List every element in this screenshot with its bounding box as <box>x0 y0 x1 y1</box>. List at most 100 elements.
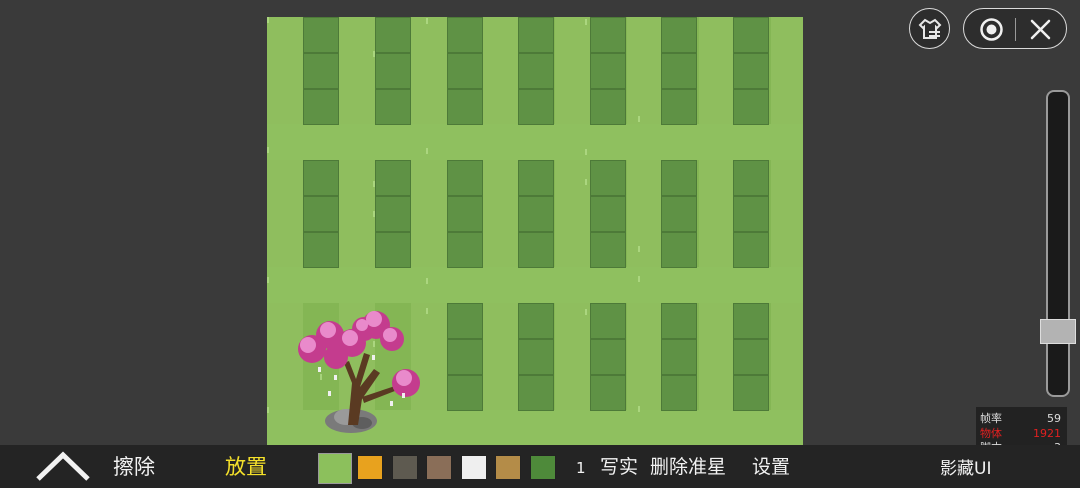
ground-tile[interactable] <box>375 53 411 89</box>
ground-tile[interactable] <box>733 196 769 232</box>
chevron-up-icon[interactable] <box>34 449 92 483</box>
ground-tile[interactable] <box>447 160 483 196</box>
ground-tile[interactable] <box>447 53 483 89</box>
stats-row: 帧率 59 <box>980 412 1061 425</box>
ground-tile[interactable] <box>303 53 339 89</box>
close-icon[interactable] <box>1028 17 1053 42</box>
ground-tile[interactable] <box>518 375 554 411</box>
ground-tile[interactable] <box>733 232 769 268</box>
ground-tile[interactable] <box>661 160 697 196</box>
ground-tile[interactable] <box>661 375 697 411</box>
ground-tile[interactable] <box>661 53 697 89</box>
ground-tile[interactable] <box>375 160 411 196</box>
mini-program-capsule <box>963 8 1067 49</box>
ground-tile[interactable] <box>375 232 411 268</box>
stats-value: 1921 <box>1033 426 1061 440</box>
ground-tile[interactable] <box>303 17 339 53</box>
bottom-toolbar: 擦除 放置 1 写实 删除准星 设置 影藏UI <box>0 445 1080 488</box>
vertical-slider-track[interactable] <box>1046 90 1070 397</box>
ground-tile[interactable] <box>447 17 483 53</box>
ground-tile[interactable] <box>733 375 769 411</box>
settings-button[interactable]: 设置 <box>752 454 790 480</box>
ground-tile[interactable] <box>661 196 697 232</box>
palette-swatch-snow-white[interactable] <box>460 455 487 480</box>
palette-swatch-rocky-dirt[interactable] <box>426 455 452 480</box>
ground-tile[interactable] <box>303 89 339 125</box>
ground-tile[interactable] <box>375 17 411 53</box>
game-screen: 帧率59物体1921脚本3渐变04.47.9b21 擦除 放置 1 写实 删除准… <box>0 0 1080 488</box>
delete-crosshair-button[interactable]: 删除准星 <box>650 454 726 480</box>
ground-tile[interactable] <box>447 196 483 232</box>
ground-tile[interactable] <box>447 89 483 125</box>
grass-blade <box>267 17 269 23</box>
ground-tile[interactable] <box>303 232 339 268</box>
ground-tile[interactable] <box>661 89 697 125</box>
erase-button[interactable]: 擦除 <box>113 454 155 480</box>
ground-tile[interactable] <box>303 196 339 232</box>
record-icon[interactable] <box>979 17 1004 42</box>
grass-blade <box>638 406 640 412</box>
grass-blade <box>426 18 428 24</box>
grass-blade <box>585 149 587 155</box>
ground-tile[interactable] <box>590 89 626 125</box>
grass-strip <box>267 124 803 160</box>
ground-tile[interactable] <box>661 232 697 268</box>
skin-button[interactable] <box>909 8 950 49</box>
ground-tile[interactable] <box>590 53 626 89</box>
ground-tile[interactable] <box>590 196 626 232</box>
ground-tile[interactable] <box>518 89 554 125</box>
stats-label: 物体 <box>980 426 1002 440</box>
palette-swatch-sand-orange[interactable] <box>357 455 383 480</box>
stats-row: 物体 1921 <box>980 427 1061 440</box>
ground-tile[interactable] <box>518 303 554 339</box>
ground-tile[interactable] <box>733 89 769 125</box>
ground-tile[interactable] <box>590 375 626 411</box>
place-button[interactable]: 放置 <box>225 454 267 480</box>
ground-tile[interactable] <box>518 339 554 375</box>
ground-tile[interactable] <box>375 89 411 125</box>
ground-tile[interactable] <box>447 375 483 411</box>
ground-tile[interactable] <box>447 303 483 339</box>
ground-tile[interactable] <box>733 303 769 339</box>
ground-tile[interactable] <box>661 303 697 339</box>
ground-tile[interactable] <box>303 160 339 196</box>
grass-blade <box>585 179 587 185</box>
vertical-slider-thumb[interactable] <box>1040 318 1076 344</box>
ground-tile[interactable] <box>518 196 554 232</box>
ground-tile[interactable] <box>733 160 769 196</box>
ground-tile[interactable] <box>590 160 626 196</box>
ground-tile[interactable] <box>518 17 554 53</box>
palette-swatch-grass-light[interactable] <box>318 453 352 484</box>
palette-swatch-dry-soil[interactable] <box>495 455 521 480</box>
ground-tile[interactable] <box>518 53 554 89</box>
ground-tile[interactable] <box>733 339 769 375</box>
ground-tile[interactable] <box>733 17 769 53</box>
capsule-divider <box>1015 18 1016 41</box>
ground-tile[interactable] <box>590 232 626 268</box>
ground-tile[interactable] <box>661 339 697 375</box>
ground-tile[interactable] <box>661 17 697 53</box>
ground-tile[interactable] <box>590 303 626 339</box>
ground-tile[interactable] <box>733 53 769 89</box>
realistic-button[interactable]: 写实 <box>600 454 638 480</box>
ground-tile[interactable] <box>590 17 626 53</box>
stats-value: 59 <box>1047 412 1061 425</box>
palette-swatch-dark-stone[interactable] <box>391 455 418 480</box>
ground-tile[interactable] <box>447 339 483 375</box>
grass-blade <box>267 147 269 153</box>
palette-swatch-dark-grass[interactable] <box>529 455 556 480</box>
cherry-blossom-tree <box>298 311 420 433</box>
ground-tile[interactable] <box>518 160 554 196</box>
ground-tile[interactable] <box>447 232 483 268</box>
grass-blade <box>426 278 428 284</box>
ground-tile[interactable] <box>590 339 626 375</box>
ground-tile[interactable] <box>518 232 554 268</box>
grass-blade <box>638 276 640 282</box>
grass-blade <box>267 407 269 413</box>
ground-tile[interactable] <box>375 196 411 232</box>
grass-blade <box>585 309 587 315</box>
hide-ui-button[interactable]: 影藏UI <box>940 456 991 482</box>
grass-strip <box>267 267 803 303</box>
stats-label: 帧率 <box>980 412 1002 425</box>
grass-blade <box>426 148 428 154</box>
